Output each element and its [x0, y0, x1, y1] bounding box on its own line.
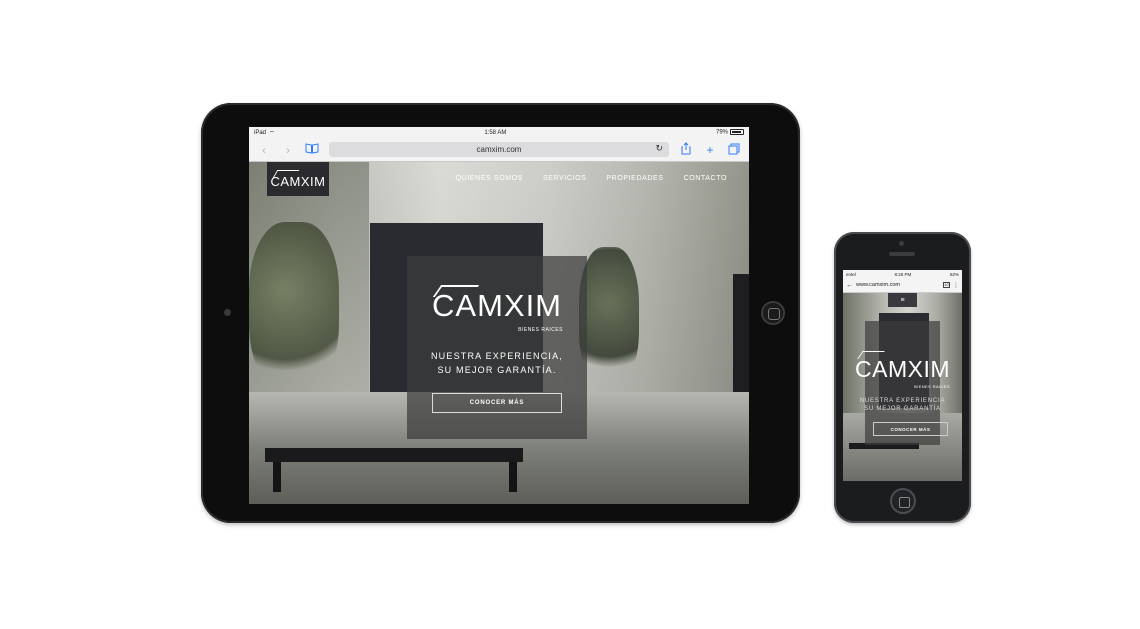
tagline-line-2: SU MEJOR GARANTÍA [864, 406, 941, 412]
share-icon[interactable] [679, 142, 693, 157]
tabs-icon[interactable] [727, 143, 741, 157]
ipad-camera [224, 309, 231, 316]
book-icon[interactable] [305, 143, 319, 156]
status-time: 1:58 AM [484, 129, 507, 136]
plus-icon[interactable]: + [703, 144, 717, 156]
ipad-home-button[interactable] [761, 301, 785, 325]
safari-toolbar: ‹ › camxim.com ↻ + [249, 138, 749, 162]
battery-percent: 79% [715, 129, 728, 136]
hero-tagline: NUESTRA EXPERIENCIA, SU MEJOR GARANTÍA. [407, 349, 587, 377]
nav-contacto[interactable]: CONTACTO [684, 175, 727, 182]
device-label: iPad [254, 129, 267, 136]
tree-right [579, 247, 639, 387]
hero-subtitle: BIENES RAICES [518, 327, 563, 333]
battery-icon [730, 129, 744, 136]
iphone-front-camera [899, 241, 904, 246]
chevron-right-icon[interactable]: › [281, 144, 295, 156]
iphone-earpiece [889, 252, 915, 256]
hero-subtitle: BIENES RAICES [914, 384, 950, 389]
interior-shelf [733, 274, 749, 394]
hero-panel: CAMXIM BIENES RAICES NUESTRA EXPERIENCIA… [407, 256, 587, 439]
nav-servicios[interactable]: SERVICIOS [543, 175, 586, 182]
chrome-toolbar: ← www.camxim.com 10 ⋮ [843, 278, 962, 293]
iphone-device: entel 8:26 PM 82% ← www.camxim.com 10 ⋮ … [834, 232, 971, 523]
tree-left [249, 222, 339, 392]
address-bar[interactable]: camxim.com ↻ [329, 142, 669, 157]
battery-percent: 82% [949, 271, 959, 277]
conocer-mas-button[interactable]: CONOCER MÁS [432, 393, 562, 413]
carrier-label: entel [846, 271, 856, 277]
iphone-status-bar: entel 8:26 PM 82% [843, 270, 962, 278]
more-vert-icon[interactable]: ⋮ [953, 282, 959, 289]
arrow-left-icon[interactable]: ← [846, 282, 853, 289]
interior-bench [265, 448, 523, 492]
hero-tagline: NUESTRA EXPERIENCIA SU MEJOR GARANTÍA [843, 397, 962, 413]
tagline-line-2: SU MEJOR GARANTÍA. [437, 365, 557, 375]
reload-icon[interactable]: ↻ [655, 143, 663, 154]
mobile-website-viewport: ≡ CAMXIM BIENES RAICES NUESTRA EXPERIENC… [843, 293, 962, 481]
ipad-screen: iPad ⌔ 1:58 AM 79% ‹ › camxim.com ↻ + CA… [249, 127, 749, 504]
iphone-screen: entel 8:26 PM 82% ← www.camxim.com 10 ⋮ … [843, 270, 962, 481]
nav-propiedades[interactable]: PROPIEDADES [606, 175, 663, 182]
hero-brand: CAMXIM [432, 288, 562, 323]
hero-brand: CAMXIM [855, 356, 950, 382]
chevron-left-icon[interactable]: ‹ [257, 144, 271, 156]
roof-icon [272, 169, 300, 178]
tagline-line-1: NUESTRA EXPERIENCIA, [430, 351, 564, 361]
ipad-status-bar: iPad ⌔ 1:58 AM 79% [249, 127, 749, 138]
tabs-icon[interactable]: 10 [943, 282, 950, 288]
nav-quienes-somos[interactable]: QUIENES SOMOS [456, 175, 523, 182]
tagline-line-1: NUESTRA EXPERIENCIA [859, 398, 946, 404]
hamburger-menu-icon[interactable]: ≡ [888, 293, 917, 307]
address-text: camxim.com [476, 145, 522, 154]
stage: iPad ⌔ 1:58 AM 79% ‹ › camxim.com ↻ + CA… [0, 0, 1140, 629]
wifi-icon: ⌔ [269, 130, 275, 137]
battery-status: 79% [716, 129, 744, 136]
conocer-mas-button[interactable]: CONOCER MÁS [873, 422, 948, 436]
website-viewport: CAMXIM QUIENES SOMOS SERVICIOS PROPIEDAD… [249, 162, 749, 504]
ipad-device: iPad ⌔ 1:58 AM 79% ‹ › camxim.com ↻ + CA… [201, 103, 800, 523]
iphone-home-button[interactable] [890, 488, 916, 514]
site-nav: QUIENES SOMOS SERVICIOS PROPIEDADES CONT… [456, 175, 727, 182]
address-bar[interactable]: www.camxim.com [856, 282, 940, 288]
site-logo[interactable]: CAMXIM [267, 162, 329, 196]
status-time: 8:26 PM [894, 271, 912, 277]
